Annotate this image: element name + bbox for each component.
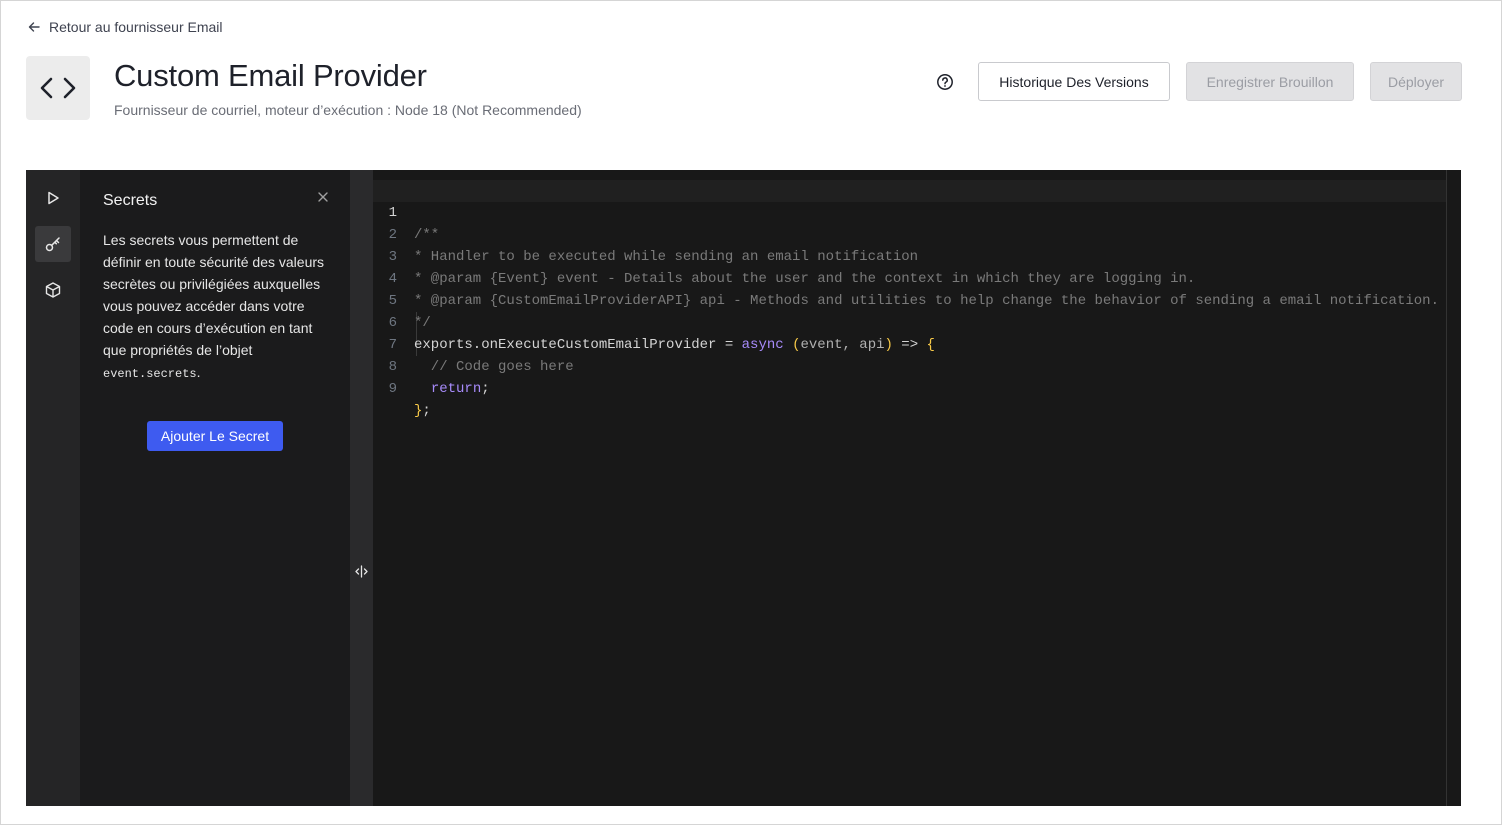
code-line: 8 return; [373, 334, 1461, 397]
secrets-panel-title: Secrets [103, 192, 158, 209]
rail-run-button[interactable] [35, 180, 71, 216]
code-line: 9 }; [373, 356, 1461, 419]
secrets-code-reference: event.secrets [103, 367, 197, 381]
code-line: 7 // Code goes here [373, 312, 1461, 375]
editor-container: Secrets Les secrets vous permettent de d… [26, 170, 1461, 806]
question-circle-icon[interactable] [935, 72, 955, 92]
panel-resize-handle[interactable] [350, 170, 373, 806]
page-title: Custom Email Provider [114, 58, 427, 93]
secrets-description-text: Les secrets vous permettent de définir e… [103, 232, 325, 358]
add-secret-button[interactable]: Ajouter Le Secret [147, 421, 283, 451]
page-subtitle: Fournisseur de courriel, moteur d’exécut… [114, 102, 582, 118]
editor-side-rail [26, 170, 80, 806]
key-icon [45, 237, 60, 252]
package-icon [45, 282, 61, 298]
code-line: 2 * Handler to be executed while sending… [373, 202, 1461, 265]
code-token: ; [481, 381, 490, 397]
rail-secrets-button[interactable] [35, 226, 71, 262]
code-editor[interactable]: 1 /** 2 * Handler to be executed while s… [373, 170, 1461, 806]
code-line: 1 /** [373, 180, 1461, 243]
version-history-button[interactable]: Historique Des Versions [978, 62, 1170, 101]
code-token: ; [422, 403, 431, 419]
code-line: 3 * @param {Event} event - Details about… [373, 224, 1461, 287]
code-brackets-icon [26, 56, 90, 120]
play-icon [48, 191, 59, 205]
deploy-button[interactable]: Déployer [1370, 62, 1462, 101]
code-line: 6 exports.onExecuteCustomEmailProvider =… [373, 290, 1461, 353]
secrets-code-suffix: . [196, 364, 201, 380]
save-draft-button[interactable]: Enregistrer Brouillon [1186, 62, 1354, 101]
code-keyword: return [430, 381, 482, 397]
secrets-panel: Secrets Les secrets vous permettent de d… [80, 170, 350, 806]
line-number: 9 [388, 381, 397, 397]
code-line: 5 */ [373, 268, 1461, 331]
code-line-text: }; [414, 400, 431, 422]
back-link[interactable]: Retour au fournisseur Email [27, 19, 223, 35]
rail-dependencies-button[interactable] [35, 272, 71, 308]
close-icon[interactable] [316, 190, 330, 204]
code-line-text: return; [414, 378, 490, 400]
resize-handle-icon [355, 565, 368, 578]
back-link-label: Retour au fournisseur Email [49, 19, 223, 35]
secrets-panel-description: Les secrets vous permettent de définir e… [103, 229, 325, 385]
arrow-left-icon [28, 22, 40, 32]
code-line: 4 * @param {CustomEmailProviderAPI} api … [373, 246, 1461, 309]
